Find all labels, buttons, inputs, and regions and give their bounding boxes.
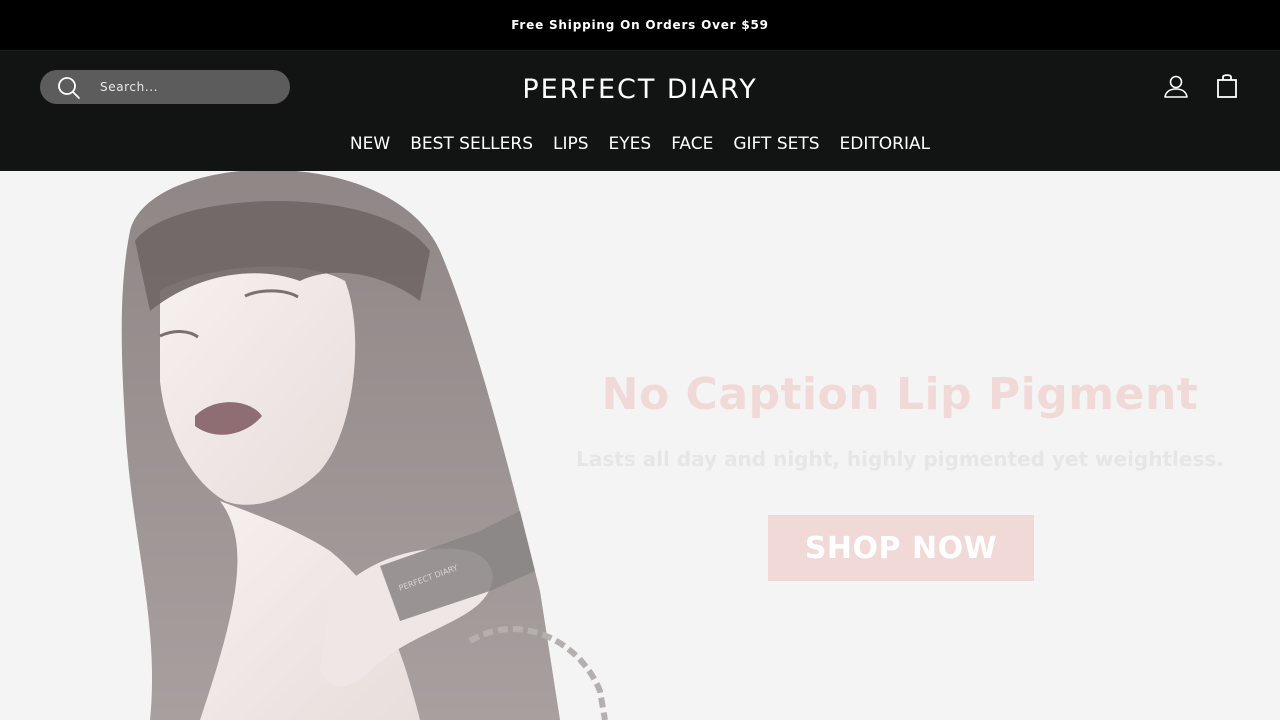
main-nav: NEW BEST SELLERS LIPS EYES FACE GIFT SET…	[0, 130, 1280, 158]
search-bar[interactable]	[40, 70, 290, 104]
nav-item-face[interactable]: FACE	[661, 134, 723, 154]
search-icon[interactable]	[57, 76, 81, 100]
nav-item-editorial[interactable]: EDITORIAL	[830, 134, 941, 154]
site-header: PERFECT DIARY NEW BEST SELLERS LIPS EYES…	[0, 51, 1280, 171]
nav-item-gift-sets[interactable]: GIFT SETS	[723, 134, 829, 154]
hero-banner[interactable]: PERFECT DIARY No Caption Lip Pigment Las…	[0, 171, 1280, 720]
nav-item-eyes[interactable]: EYES	[599, 134, 662, 154]
nav-item-best-sellers[interactable]: BEST SELLERS	[400, 134, 543, 154]
announcement-bar: Free Shipping On Orders Over $59	[0, 0, 1280, 51]
nav-item-new[interactable]: NEW	[340, 134, 400, 154]
hero-model-image: PERFECT DIARY	[121, 171, 608, 720]
hero-title: No Caption Lip Pigment	[601, 369, 1199, 420]
user-icon[interactable]	[1162, 73, 1190, 101]
search-input[interactable]	[100, 70, 280, 104]
logo-text: PERFECT DIARY	[522, 73, 758, 105]
shop-now-button[interactable]: SHOP NOW	[768, 515, 1034, 581]
nav-item-lips[interactable]: LIPS	[543, 134, 599, 154]
hero-subtitle: Lasts all day and night, highly pigmente…	[576, 447, 1224, 471]
shopping-bag-icon[interactable]	[1214, 72, 1240, 100]
brand-logo[interactable]: PERFECT DIARY	[440, 69, 840, 109]
announcement-text: Free Shipping On Orders Over $59	[511, 18, 769, 32]
